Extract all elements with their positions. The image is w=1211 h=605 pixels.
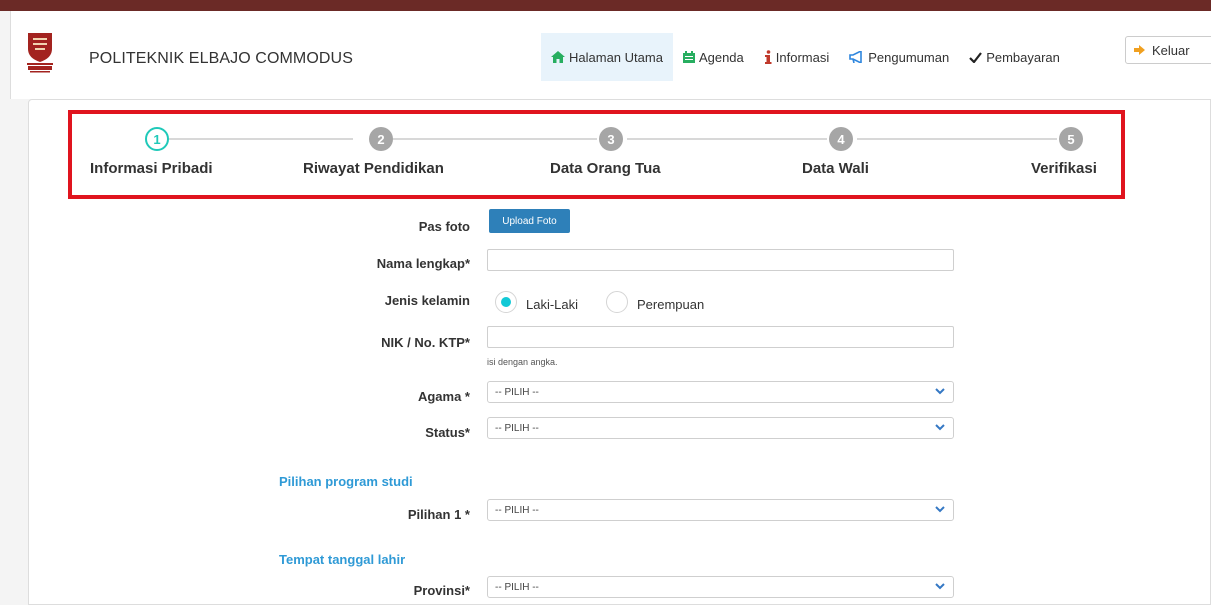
nav-announcement[interactable]: Pengumuman [839, 33, 959, 81]
photo-label: Pas foto [418, 219, 470, 234]
status-select-value: -- PILIH -- [495, 422, 539, 434]
nav-home[interactable]: Halaman Utama [541, 33, 673, 81]
navbar: POLITEKNIK ELBAJO COMMODUS Halaman Utama… [10, 11, 1211, 99]
religion-label: Agama * [417, 389, 470, 404]
chevron-down-icon [935, 506, 945, 513]
province-select-value: -- PILIH -- [495, 581, 539, 593]
choice-1-select-value: -- PILIH -- [495, 504, 539, 516]
gender-female-label[interactable]: Perempuan [637, 297, 704, 312]
nav-info[interactable]: Informasi [754, 33, 839, 81]
step-4-label[interactable]: Data Wali [802, 160, 869, 177]
step-5-indicator[interactable]: 5 [1059, 127, 1083, 151]
province-select[interactable]: -- PILIH -- [487, 576, 954, 598]
nav-home-label: Halaman Utama [569, 49, 663, 65]
chevron-down-icon [935, 583, 945, 590]
nav-agenda-label: Agenda [698, 49, 744, 65]
step-2-label[interactable]: Riwayat Pendidikan [303, 160, 444, 177]
step-4-indicator[interactable]: 4 [829, 127, 853, 151]
nav-info-label: Informasi [775, 49, 830, 65]
step-1-label[interactable]: Informasi Pribadi [90, 160, 213, 177]
info-icon [764, 50, 772, 64]
gender-male-label[interactable]: Laki-Laki [526, 297, 578, 312]
megaphone-icon [849, 51, 864, 63]
upload-photo-button[interactable]: Upload Foto [489, 209, 570, 233]
status-select[interactable]: -- PILIH -- [487, 417, 954, 439]
gender-label: Jenis kelamin [384, 293, 470, 308]
religion-select-value: -- PILIH -- [495, 386, 539, 398]
step-3-indicator[interactable]: 3 [599, 127, 623, 151]
step-1-indicator[interactable]: 1 [145, 127, 169, 151]
chevron-down-icon [935, 424, 945, 431]
logout-button[interactable]: Keluar [1125, 36, 1211, 64]
nav-agenda[interactable]: Agenda [673, 33, 754, 81]
calendar-icon [682, 51, 695, 63]
check-icon [969, 51, 983, 63]
step-5-label[interactable]: Verifikasi [1031, 160, 1097, 177]
gender-female-radio[interactable] [606, 291, 628, 313]
province-label: Provinsi* [413, 583, 470, 598]
full-name-label: Nama lengkap* [376, 256, 470, 271]
top-accent-bar [0, 0, 1211, 11]
brand-name: POLITEKNIK ELBAJO COMMODUS [89, 50, 353, 67]
registration-stepper: 1 2 3 4 5 Informasi Pribadi Riwayat Pend… [68, 110, 1125, 199]
nav-payment-label: Pembayaran [986, 49, 1060, 65]
gender-male-radio[interactable] [495, 291, 517, 313]
step-connector [627, 138, 827, 140]
chevron-down-icon [935, 388, 945, 395]
nik-label: NIK / No. KTP* [381, 335, 470, 350]
nav-payment[interactable]: Pembayaran [959, 33, 1070, 81]
logout-label: Keluar [1152, 42, 1190, 58]
nav-announcement-label: Pengumuman [868, 49, 950, 65]
step-2-indicator[interactable]: 2 [369, 127, 393, 151]
home-icon [551, 51, 565, 63]
choice-1-select[interactable]: -- PILIH -- [487, 499, 954, 521]
step-3-label[interactable]: Data Orang Tua [550, 160, 661, 177]
sign-out-icon [1134, 43, 1146, 58]
main-nav: Halaman Utama Agenda Informasi Pengumuma… [541, 33, 1070, 81]
step-connector [169, 138, 353, 140]
religion-select[interactable]: -- PILIH -- [487, 381, 954, 403]
choice-1-label: Pilihan 1 * [407, 507, 470, 522]
nik-input[interactable] [487, 326, 954, 348]
polytechnic-logo [27, 33, 53, 73]
full-name-input[interactable] [487, 249, 954, 271]
study-program-section-title: Pilihan program studi [279, 474, 413, 489]
step-connector [393, 138, 597, 140]
nik-hint: isi dengan angka. [487, 357, 558, 367]
status-label: Status* [425, 425, 470, 440]
birth-place-section-title: Tempat tanggal lahir [279, 552, 406, 567]
step-connector [857, 138, 1057, 140]
